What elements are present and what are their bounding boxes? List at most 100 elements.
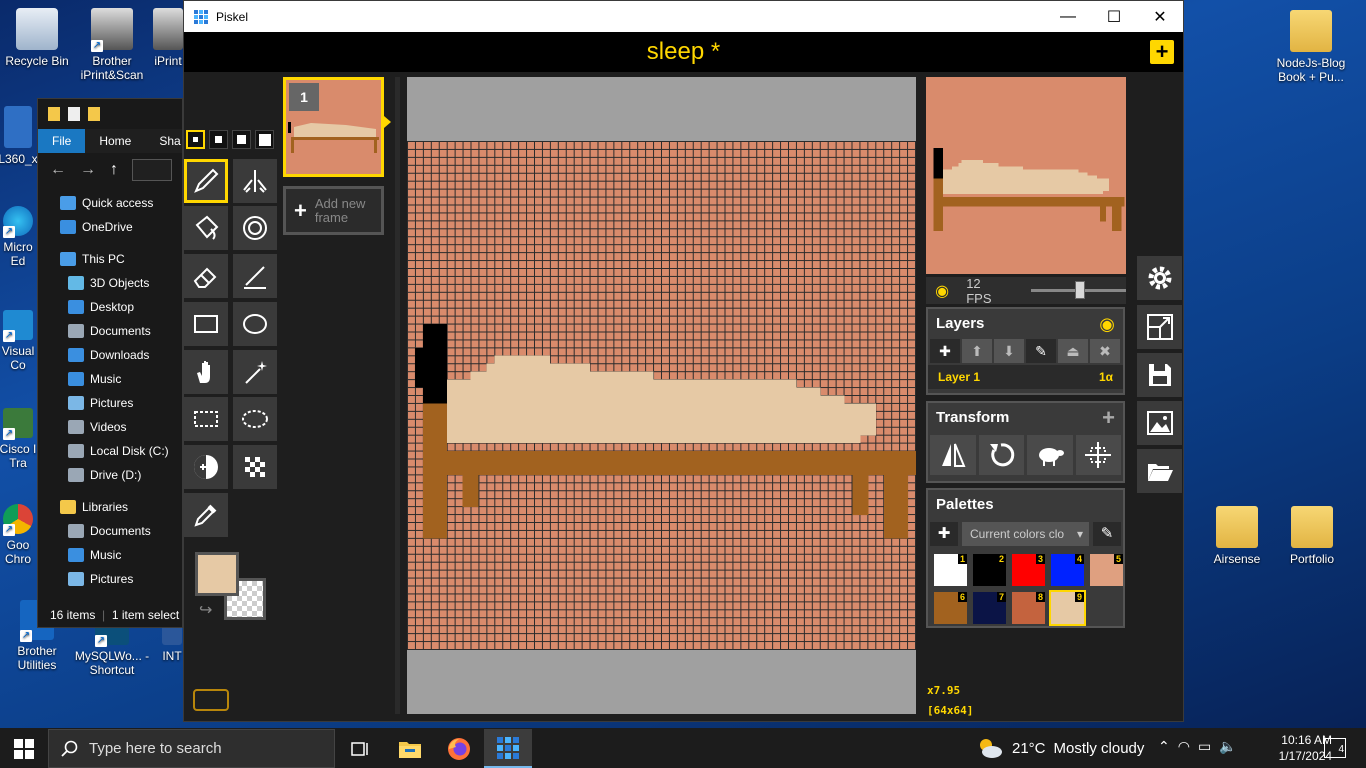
close-button[interactable]: ✕ bbox=[1137, 1, 1183, 32]
weather-widget[interactable]: 21°C Mostly cloudy bbox=[976, 736, 1144, 760]
desktop-icon-chrome[interactable]: Goo Chro bbox=[0, 504, 38, 566]
rename-layer-button[interactable]: ✎ bbox=[1026, 339, 1056, 363]
desktop-icon-cisco[interactable]: Cisco I Tra bbox=[0, 408, 38, 470]
pen-size-1[interactable] bbox=[186, 130, 205, 149]
tab-share[interactable]: Sha bbox=[145, 129, 180, 153]
nav-item[interactable]: Libraries bbox=[38, 495, 182, 519]
battery-icon[interactable]: ▭ bbox=[1198, 738, 1211, 755]
keyboard-shortcuts-icon[interactable] bbox=[193, 689, 229, 711]
rectangle-selection-tool[interactable] bbox=[184, 397, 228, 441]
plus-icon[interactable]: + bbox=[1102, 403, 1115, 433]
palette-swatch[interactable]: 9 bbox=[1049, 590, 1086, 626]
notification-center-button[interactable]: 4 bbox=[1324, 738, 1346, 758]
tab-home[interactable]: Home bbox=[85, 129, 145, 153]
desktop-icon-nodejs-blog[interactable]: NodeJs-Blog Book + Pu... bbox=[1272, 10, 1350, 84]
rotate-button[interactable] bbox=[978, 435, 1024, 475]
palette-swatch[interactable]: 1 bbox=[934, 554, 967, 586]
resize-button[interactable] bbox=[1137, 305, 1182, 349]
taskbar-piskel[interactable] bbox=[484, 729, 532, 768]
swap-colors-icon[interactable]: ↪ bbox=[199, 600, 212, 620]
nav-item[interactable]: OneDrive bbox=[38, 215, 182, 239]
add-palette-button[interactable]: ✚ bbox=[930, 522, 958, 546]
palette-swatch[interactable]: 8 bbox=[1012, 592, 1045, 624]
primary-color-swatch[interactable] bbox=[195, 552, 239, 596]
nav-item[interactable]: Pictures bbox=[38, 567, 182, 591]
fps-slider[interactable] bbox=[1031, 281, 1126, 299]
layer-item[interactable]: Layer 1 1α bbox=[928, 365, 1123, 389]
desktop-icon-iprint[interactable]: iPrint bbox=[148, 8, 188, 68]
palette-swatch[interactable]: 5 bbox=[1090, 554, 1123, 586]
delete-layer-button[interactable]: ✖ bbox=[1090, 339, 1120, 363]
maximize-button[interactable]: ☐ bbox=[1091, 1, 1137, 32]
import-button[interactable] bbox=[1137, 449, 1182, 493]
desktop-icon-vscode[interactable]: Visual Co bbox=[0, 310, 38, 372]
properties-icon[interactable] bbox=[68, 107, 80, 121]
nav-item[interactable]: Downloads bbox=[38, 343, 182, 367]
align-button[interactable] bbox=[1075, 435, 1121, 475]
layer-opacity[interactable]: 1α bbox=[1099, 365, 1113, 389]
palette-swatch[interactable]: 6 bbox=[934, 592, 967, 624]
document-title[interactable]: sleep * bbox=[184, 38, 1183, 66]
palette-swatch[interactable]: 4 bbox=[1051, 554, 1084, 586]
move-layer-down-button[interactable]: ⬇ bbox=[994, 339, 1024, 363]
export-button[interactable] bbox=[1137, 401, 1182, 445]
nav-item[interactable]: Music bbox=[38, 543, 182, 567]
animation-preview[interactable] bbox=[926, 77, 1126, 274]
onion-skin-icon[interactable]: ◉ bbox=[926, 277, 958, 304]
tab-file[interactable]: File bbox=[38, 129, 86, 153]
desktop-icon-brother-iprint[interactable]: Brother iPrint&Scan bbox=[73, 8, 151, 82]
pen-size-3[interactable] bbox=[232, 130, 251, 149]
nav-item[interactable]: Documents bbox=[38, 519, 182, 543]
add-frame-button[interactable]: + Add new frame bbox=[283, 186, 384, 235]
flip-button[interactable] bbox=[930, 435, 976, 475]
merge-layer-button[interactable]: ⏏ bbox=[1058, 339, 1088, 363]
desktop-icon-airsense[interactable]: Airsense bbox=[1198, 506, 1276, 566]
nav-item[interactable]: Videos bbox=[38, 415, 182, 439]
edit-palette-button[interactable]: ✎ bbox=[1093, 522, 1121, 546]
up-arrow-icon[interactable]: ↑ bbox=[110, 161, 118, 179]
pen-size-2[interactable] bbox=[209, 130, 228, 149]
folder-icon[interactable] bbox=[48, 107, 60, 121]
rectangle-tool[interactable] bbox=[184, 302, 228, 346]
paint-bucket-tool[interactable] bbox=[184, 206, 228, 250]
taskbar-search-box[interactable]: Type here to search bbox=[48, 729, 335, 768]
pen-size-4[interactable] bbox=[255, 130, 274, 149]
address-input[interactable] bbox=[132, 159, 172, 181]
shape-selection-tool[interactable] bbox=[233, 350, 277, 394]
task-view-button[interactable] bbox=[336, 729, 384, 768]
fps-slider-handle[interactable] bbox=[1074, 281, 1085, 299]
vertical-mirror-pen-tool[interactable] bbox=[233, 159, 277, 203]
nav-item[interactable]: Documents bbox=[38, 319, 182, 343]
dithering-tool[interactable] bbox=[233, 445, 277, 489]
palette-swatch[interactable]: 7 bbox=[973, 592, 1006, 624]
minimize-button[interactable]: — bbox=[1045, 1, 1091, 32]
palette-swatch[interactable]: 3 bbox=[1012, 554, 1045, 586]
nav-item[interactable]: Quick access bbox=[38, 191, 182, 215]
desktop-icon-edge[interactable]: Micro Ed bbox=[0, 206, 38, 268]
nav-item[interactable]: Drive (D:) bbox=[38, 463, 182, 487]
forward-arrow-icon[interactable]: → bbox=[80, 161, 96, 179]
palette-swatch[interactable]: 2 bbox=[973, 554, 1006, 586]
stroke-tool[interactable] bbox=[233, 254, 277, 298]
desktop-icon-portfolio[interactable]: Portfolio bbox=[1273, 506, 1351, 566]
circle-tool[interactable] bbox=[233, 302, 277, 346]
eye-icon[interactable]: ◉ bbox=[1099, 309, 1115, 339]
new-sprite-button[interactable]: + bbox=[1150, 40, 1174, 64]
sprite-canvas[interactable] bbox=[407, 141, 916, 650]
taskbar-file-explorer[interactable] bbox=[386, 729, 434, 768]
save-button[interactable] bbox=[1137, 353, 1182, 397]
desktop-icon-l360[interactable]: L360_x bbox=[0, 106, 38, 166]
nav-item[interactable]: Pictures bbox=[38, 391, 182, 415]
nav-item[interactable]: This PC bbox=[38, 247, 182, 271]
back-arrow-icon[interactable]: ← bbox=[50, 161, 66, 179]
start-button[interactable] bbox=[14, 739, 34, 764]
new-folder-icon[interactable] bbox=[88, 107, 100, 121]
nav-item[interactable]: Music bbox=[38, 367, 182, 391]
move-layer-up-button[interactable]: ⬆ bbox=[962, 339, 992, 363]
nav-item[interactable]: Local Disk (C:) bbox=[38, 439, 182, 463]
frames-scrollbar[interactable] bbox=[395, 77, 400, 714]
wifi-icon[interactable]: ◠ bbox=[1178, 738, 1190, 755]
pen-tool[interactable] bbox=[184, 159, 228, 203]
color-picker-tool[interactable] bbox=[184, 493, 228, 537]
eraser-tool[interactable] bbox=[184, 254, 228, 298]
